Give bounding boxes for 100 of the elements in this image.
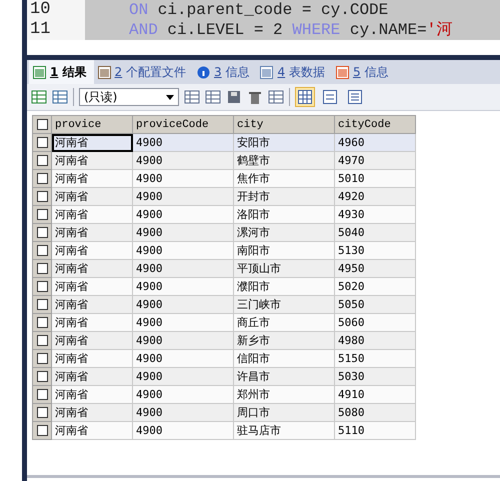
table-cell: 洛阳市 bbox=[234, 206, 334, 224]
table-cell: 鹤壁市 bbox=[234, 152, 334, 170]
view-button[interactable] bbox=[345, 87, 365, 107]
table-cell: 开封市 bbox=[234, 188, 334, 206]
checkbox[interactable] bbox=[36, 317, 48, 328]
table-cell: 4900 bbox=[132, 134, 234, 152]
view-button[interactable] bbox=[320, 87, 340, 107]
grid-add-icon[interactable] bbox=[31, 89, 47, 105]
table-cell: 5060 bbox=[334, 314, 416, 332]
table-cell: 河南省 bbox=[52, 152, 132, 170]
table-cell: 河南省 bbox=[52, 260, 132, 278]
table-cell: 河南省 bbox=[52, 404, 132, 422]
table-cell: 漯河市 bbox=[234, 224, 334, 242]
table-cell: 4900 bbox=[132, 188, 234, 206]
column-header[interactable]: provice bbox=[52, 116, 132, 134]
table-cell: 河南省 bbox=[52, 242, 132, 260]
table-cell: 4900 bbox=[132, 314, 234, 332]
table-cell: 河南省 bbox=[52, 278, 132, 296]
table-cell: 河南省 bbox=[52, 314, 132, 332]
table-cell: 焦作市 bbox=[234, 170, 334, 188]
checkbox[interactable] bbox=[36, 281, 48, 292]
result-tab[interactable]: 3 信息 bbox=[193, 60, 256, 84]
checkbox[interactable] bbox=[36, 155, 48, 166]
table-cell: 4900 bbox=[132, 350, 234, 368]
table-cell: 郑州市 bbox=[234, 386, 334, 404]
checkbox[interactable] bbox=[36, 191, 48, 202]
table-cell: 5040 bbox=[334, 224, 416, 242]
checkbox[interactable] bbox=[36, 245, 48, 256]
table-cell: 4910 bbox=[334, 386, 416, 404]
column-header[interactable]: cityCode bbox=[334, 116, 416, 134]
save-icon[interactable] bbox=[226, 89, 242, 105]
checkbox[interactable] bbox=[36, 353, 48, 364]
line-number: 10 bbox=[27, 0, 85, 20]
checkbox[interactable] bbox=[36, 173, 48, 184]
table-cell: 河南省 bbox=[52, 188, 132, 206]
text-lines-icon bbox=[348, 90, 362, 104]
table-cell: 商丘市 bbox=[234, 314, 334, 332]
checkbox[interactable] bbox=[36, 371, 48, 382]
table-cell: 4900 bbox=[132, 278, 234, 296]
checkbox[interactable] bbox=[36, 227, 48, 238]
form-icon bbox=[323, 90, 337, 104]
mode-select[interactable]: (只读) bbox=[79, 88, 179, 106]
column-header[interactable]: city bbox=[234, 116, 334, 134]
table-cell: 4900 bbox=[132, 260, 234, 278]
table-cell: 河南省 bbox=[52, 206, 132, 224]
result-tab[interactable]: 4 表数据 bbox=[256, 60, 332, 84]
table-cell: 4930 bbox=[334, 206, 416, 224]
table-cell: 4970 bbox=[334, 152, 416, 170]
table-cell: 濮阳市 bbox=[234, 278, 334, 296]
table-cell: 4900 bbox=[132, 386, 234, 404]
trash-icon[interactable] bbox=[247, 89, 263, 105]
table-cell: 4900 bbox=[132, 206, 234, 224]
table-cell: 河南省 bbox=[52, 422, 132, 440]
result-tab[interactable]: 1 结果 bbox=[29, 60, 94, 84]
checkbox[interactable] bbox=[36, 137, 48, 148]
table-cell: 4900 bbox=[132, 170, 234, 188]
checkbox[interactable] bbox=[36, 425, 48, 436]
result-tab[interactable]: 5 信息 bbox=[332, 60, 396, 84]
checkbox[interactable] bbox=[36, 407, 48, 418]
line-number: 11 bbox=[27, 20, 85, 40]
table-cell: 5110 bbox=[334, 422, 416, 440]
table-cell: 5130 bbox=[334, 242, 416, 260]
table-cell: 4950 bbox=[334, 260, 416, 278]
table-cell: 河南省 bbox=[52, 170, 132, 188]
table-cell: 驻马店市 bbox=[234, 422, 334, 440]
table-cell: 5030 bbox=[334, 368, 416, 386]
table-cell: 5150 bbox=[334, 350, 416, 368]
checkbox[interactable] bbox=[36, 263, 48, 274]
table-icon bbox=[260, 66, 274, 78]
table-cell: 平顶山市 bbox=[234, 260, 334, 278]
table-cell: 河南省 bbox=[52, 386, 132, 404]
table-cell: 河南省 bbox=[52, 332, 132, 350]
table-cell: 河南省 bbox=[52, 224, 132, 242]
table-cell: 河南省 bbox=[52, 350, 132, 368]
table-cell: 4960 bbox=[334, 134, 416, 152]
table-cell: 5020 bbox=[334, 278, 416, 296]
checkbox[interactable] bbox=[36, 299, 48, 310]
table-cell: 4900 bbox=[132, 242, 234, 260]
info-icon bbox=[197, 66, 210, 78]
table-cell: 南阳市 bbox=[234, 242, 334, 260]
checkbox[interactable] bbox=[36, 119, 48, 130]
view-button[interactable] bbox=[295, 87, 315, 107]
caret-icon bbox=[166, 94, 174, 100]
table-cell: 信阳市 bbox=[234, 350, 334, 368]
column-header[interactable]: proviceCode bbox=[132, 116, 234, 134]
table-cell: 4900 bbox=[132, 368, 234, 386]
checkbox[interactable] bbox=[36, 389, 48, 400]
table-cell: 4920 bbox=[334, 188, 416, 206]
table-cell: 河南省 bbox=[52, 134, 132, 152]
table-cell: 4900 bbox=[132, 296, 234, 314]
table-cell: 安阳市 bbox=[234, 134, 334, 152]
table-cell: 4900 bbox=[132, 332, 234, 350]
table-cell: 三门峡市 bbox=[234, 296, 334, 314]
checkbox[interactable] bbox=[36, 209, 48, 220]
grid-export-icon[interactable] bbox=[52, 89, 68, 105]
table-cell: 4900 bbox=[132, 422, 234, 440]
table-cell: 4900 bbox=[132, 224, 234, 242]
table-cell: 5080 bbox=[334, 404, 416, 422]
checkbox[interactable] bbox=[36, 335, 48, 346]
result-tab[interactable]: 2 个配置文件 bbox=[94, 60, 194, 84]
